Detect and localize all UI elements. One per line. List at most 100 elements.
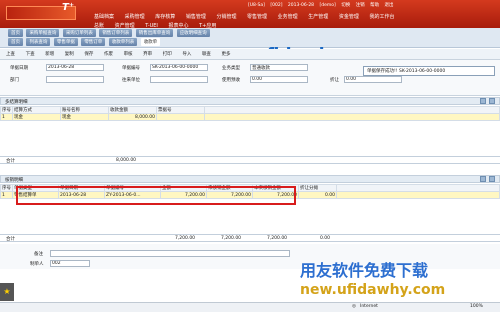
menu-item[interactable]: 资金管理 (339, 13, 359, 20)
switch-link[interactable]: 切换 (341, 3, 350, 8)
menu-item[interactable]: 我的工作台 (369, 13, 394, 20)
toolbar-button[interactable]: 联查 (202, 51, 211, 57)
session-mode: [demo] (319, 3, 336, 8)
writeoff-title: 核销明细 (5, 178, 23, 183)
writeoff-total-row: 合计 7,200.00 7,200.00 7,200.00 0.00 (0, 234, 500, 242)
table-cell[interactable] (156, 113, 205, 121)
total-value: 7,200.00 (267, 236, 288, 241)
section-icons (478, 176, 495, 184)
top-bar: T⁺ [U8-Sa] [002] 2013-06-28 [demo] 切换 注销… (0, 0, 500, 29)
date-field[interactable]: 2013-06-28 (46, 64, 104, 71)
settle-section-header: 多结算明细 (0, 97, 500, 105)
grid-icon[interactable] (479, 98, 486, 104)
table-cell[interactable]: 8,000.00 (108, 113, 157, 121)
column-header: 序号 (0, 184, 13, 192)
column-header: 收款金额 (108, 106, 157, 114)
tab[interactable]: 销售出库单查询 (135, 29, 174, 37)
toolbar-button[interactable]: 导入 (182, 51, 191, 57)
watermark-middle: 用友软件免费下载 (300, 261, 429, 280)
table-cell: 1 (0, 191, 13, 199)
settings-icon[interactable] (489, 176, 495, 182)
toolbar-button[interactable]: 保存 (84, 51, 93, 57)
no-field[interactable]: SK-2013-06-00-0000 (150, 64, 208, 71)
table-cell[interactable]: 现金 (12, 113, 61, 121)
table-cell: 1 (0, 113, 13, 121)
total-value: 8,000.00 (116, 158, 137, 163)
table-cell[interactable]: 现金 (60, 113, 109, 121)
total-value: 0.00 (320, 236, 331, 241)
tab-row-1: 首页 采购单据查询 采购订单列表 销售订单列表 销售出库单查询 应收明细查询 (8, 29, 212, 37)
customer-label: 往来单位 (122, 78, 140, 83)
help-link[interactable]: 帮助 (370, 3, 379, 8)
status-zoom[interactable]: 100% (470, 304, 483, 309)
column-header: 账号名称 (60, 106, 109, 114)
toolbar-button[interactable]: 新增 (45, 51, 54, 57)
maker-label: 制单人 (30, 262, 44, 267)
tab[interactable]: 零售订单 (81, 38, 106, 46)
tab[interactable]: 首页 (8, 38, 23, 46)
session-account: [002] (270, 3, 283, 8)
toolbar-button[interactable]: 复制 (65, 51, 74, 57)
section-icons (478, 98, 495, 106)
advance-label: 使用预收 (222, 78, 240, 83)
logo-t-mark: T⁺ (62, 2, 75, 13)
column-header: 票据号 (156, 106, 205, 114)
settle-total-row: 合计 8,000.00 (0, 156, 500, 164)
tab[interactable]: 零售单据 (53, 38, 78, 46)
advance-field[interactable]: 0.00 (250, 76, 308, 83)
toolbar: 上查 下查 新增 复制 保存 作废 审核 弃审 打印 导入 联查 更多 (0, 49, 500, 60)
date-label: 单据日期 (10, 66, 28, 71)
no-label: 单据编号 (122, 66, 140, 71)
column-header: 序号 (0, 106, 13, 114)
settings-icon[interactable] (489, 98, 495, 104)
table-cell[interactable]: 0.00 (298, 191, 337, 199)
session-date: 2013-06-28 (287, 3, 315, 8)
menu-item[interactable]: 销售管理 (186, 13, 206, 20)
toolbar-button[interactable]: 上查 (6, 51, 15, 57)
watermark-bottom: new.ufidawhy.com (300, 282, 446, 298)
spacer-cell (336, 191, 500, 199)
menu-item[interactable]: 零售管理 (247, 13, 267, 20)
menu-item[interactable]: 业务管理 (278, 13, 298, 20)
toolbar-button[interactable]: 打印 (163, 51, 172, 57)
logout-link[interactable]: 注销 (356, 3, 365, 8)
tab[interactable]: 应收明细查询 (176, 29, 210, 37)
menu-item[interactable]: 生产管理 (308, 13, 328, 20)
tab[interactable]: 首页 (8, 29, 23, 37)
tab[interactable]: 列表查询 (26, 38, 51, 46)
remark-field[interactable] (50, 250, 290, 257)
exit-link[interactable]: 退出 (385, 3, 394, 8)
save-success-popup: 单据保存成功!! SK-2013-06-00-0000 (363, 66, 495, 76)
spacer-cell (204, 106, 500, 114)
menu-item[interactable]: 基础档案 (94, 13, 114, 20)
status-bar: ◎ Internet 100% (0, 302, 500, 312)
toolbar-button[interactable]: 下查 (26, 51, 35, 57)
toolbar-button[interactable]: 作废 (104, 51, 113, 57)
remark-label: 备注 (34, 252, 43, 257)
dept-label: 部门 (10, 78, 19, 83)
customer-field[interactable] (150, 76, 208, 83)
session-info: [U8-Sa] [002] 2013-06-28 [demo] 切换 注销 帮助… (248, 2, 398, 8)
grid-icon[interactable] (479, 176, 486, 182)
dept-field[interactable] (46, 76, 104, 83)
tab[interactable]: 收款单列表 (108, 38, 138, 46)
menu-item[interactable]: 分销管理 (216, 13, 236, 20)
tab-row-2: 首页 列表查询 零售单据 零售订单 收款单列表 收款单 (8, 38, 162, 46)
type-select[interactable]: 普通收款 (250, 64, 308, 71)
menu-item[interactable]: 库存核算 (155, 13, 175, 20)
discount-field[interactable]: 0.00 (344, 76, 402, 83)
star-icon[interactable]: ★ (0, 283, 14, 301)
menu-item[interactable]: 采购管理 (125, 13, 145, 20)
toolbar-button[interactable]: 审核 (124, 51, 133, 57)
tab[interactable]: 销售订单列表 (99, 29, 133, 37)
discount-label: 折让 (330, 78, 339, 83)
tab-active[interactable]: 收款单 (140, 38, 161, 46)
toolbar-button[interactable]: 更多 (222, 51, 231, 57)
total-label: 合计 (6, 237, 15, 242)
table-row[interactable]: 1 现金 现金 8,000.00 (0, 113, 500, 121)
tab[interactable]: 采购单据查询 (26, 29, 60, 37)
toolbar-button[interactable]: 弃审 (143, 51, 152, 57)
table-header-row: 序号 结算方式 账号名称 收款金额 票据号 (0, 106, 500, 114)
tab[interactable]: 采购订单列表 (62, 29, 96, 37)
spacer-cell (336, 184, 500, 192)
